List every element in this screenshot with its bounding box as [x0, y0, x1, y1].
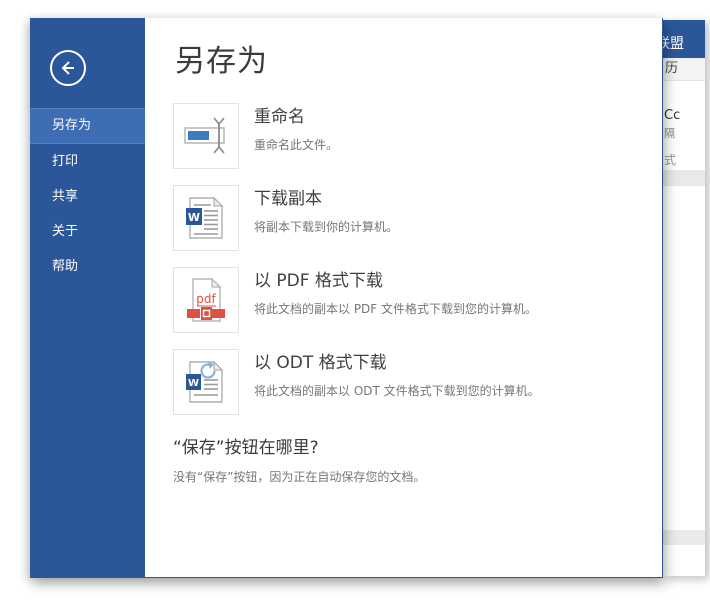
- rename-icon: [184, 117, 225, 154]
- background-titlebar-text: 联盟: [663, 36, 684, 52]
- option-description: 重命名此文件。: [254, 138, 339, 152]
- odt-document-icon: W: [186, 360, 224, 403]
- backstage-save-as-view: 另存为 打印 共享 关于 帮助 另存为 重命名 重命名此文件。 W 下载副本 将…: [30, 18, 663, 578]
- status-bar-band: [663, 530, 705, 545]
- pdf-document-icon: pdf: [187, 277, 225, 322]
- sidebar-item-about[interactable]: 关于: [30, 214, 145, 249]
- sidebar-item-help[interactable]: 帮助: [30, 249, 145, 284]
- sidebar-item-label: 打印: [52, 154, 79, 169]
- option-text: 下载副本 将副本下载到你的计算机。: [254, 185, 398, 251]
- backstage-content: 另存为 重命名 重命名此文件。 W 下载副本 将副本下载到你的计算机。 pdf …: [145, 18, 662, 577]
- ribbon-bottom-band: [663, 170, 705, 186]
- option-title: 重命名: [254, 107, 305, 127]
- option-title: 下载副本: [254, 189, 322, 209]
- option-icon-box: W: [173, 185, 239, 251]
- styles-label-fragment: 式: [664, 153, 677, 167]
- option-text: 以 ODT 格式下载 将此文档的副本以 ODT 文件格式下载到您的计算机。: [254, 349, 540, 415]
- option-icon-box: W: [173, 349, 239, 415]
- option-icon-box: pdf: [173, 267, 239, 333]
- option-text: 以 PDF 格式下载 将此文档的副本以 PDF 文件格式下载到您的计算机。: [254, 267, 537, 333]
- sidebar-item-label: 共享: [52, 189, 79, 204]
- sidebar-item-save-as[interactable]: 另存为: [30, 108, 145, 144]
- option-description: 将此文档的副本以 PDF 文件格式下载到您的计算机。: [254, 302, 538, 316]
- word-document-icon: W: [186, 196, 224, 239]
- option-icon-box: [173, 103, 239, 169]
- background-ribbon-tab-fragment: 历: [665, 61, 679, 76]
- save-as-options: 重命名 重命名此文件。 W 下载副本 将副本下载到你的计算机。 pdf 以 PD…: [173, 103, 638, 415]
- background-word-window: 联盟 历 Cc 隔 式: [663, 20, 705, 576]
- svg-text:W: W: [188, 211, 200, 224]
- style-preview-fragment: Cc: [664, 108, 681, 123]
- sidebar-item-print[interactable]: 打印: [30, 144, 145, 179]
- option-download-pdf[interactable]: pdf 以 PDF 格式下载 将此文档的副本以 PDF 文件格式下载到您的计算机…: [173, 267, 638, 333]
- sidebar-item-label: 帮助: [52, 259, 79, 274]
- svg-text:W: W: [188, 378, 199, 389]
- svg-text:pdf: pdf: [196, 292, 216, 306]
- option-description: 将副本下载到你的计算机。: [254, 220, 399, 234]
- background-titlebar: 联盟: [663, 20, 705, 58]
- option-title: 以 ODT 格式下载: [254, 353, 387, 373]
- option-download-odt[interactable]: W 以 ODT 格式下载 将此文档的副本以 ODT 文件格式下载到您的计算机。: [173, 349, 638, 415]
- option-text: 重命名 重命名此文件。: [254, 103, 338, 169]
- option-rename[interactable]: 重命名 重命名此文件。: [173, 103, 638, 169]
- page-title: 另存为: [175, 44, 268, 79]
- option-description: 将此文档的副本以 ODT 文件格式下载到您的计算机。: [254, 384, 540, 398]
- save-note-description: 没有“保存”按钮，因为正在自动保存您的文档。: [173, 470, 426, 484]
- back-arrow-icon: [61, 61, 74, 75]
- backstage-sidebar: 另存为 打印 共享 关于 帮助: [30, 18, 145, 577]
- option-title: 以 PDF 格式下载: [254, 271, 383, 291]
- sidebar-item-label: 另存为: [52, 118, 92, 133]
- sidebar-item-label: 关于: [52, 224, 79, 239]
- sidebar-item-share[interactable]: 共享: [30, 179, 145, 214]
- background-ribbon-tab-row: 历: [663, 58, 705, 81]
- option-download-copy[interactable]: W 下载副本 将副本下载到你的计算机。: [173, 185, 638, 251]
- sidebar-nav: 另存为 打印 共享 关于 帮助: [30, 108, 145, 284]
- style-name-fragment: 隔: [664, 127, 675, 140]
- save-note: “保存”按钮在哪里? 没有“保存”按钮，因为正在自动保存您的文档。: [173, 437, 638, 485]
- save-note-heading: “保存”按钮在哪里?: [173, 438, 319, 458]
- back-button[interactable]: [50, 50, 86, 86]
